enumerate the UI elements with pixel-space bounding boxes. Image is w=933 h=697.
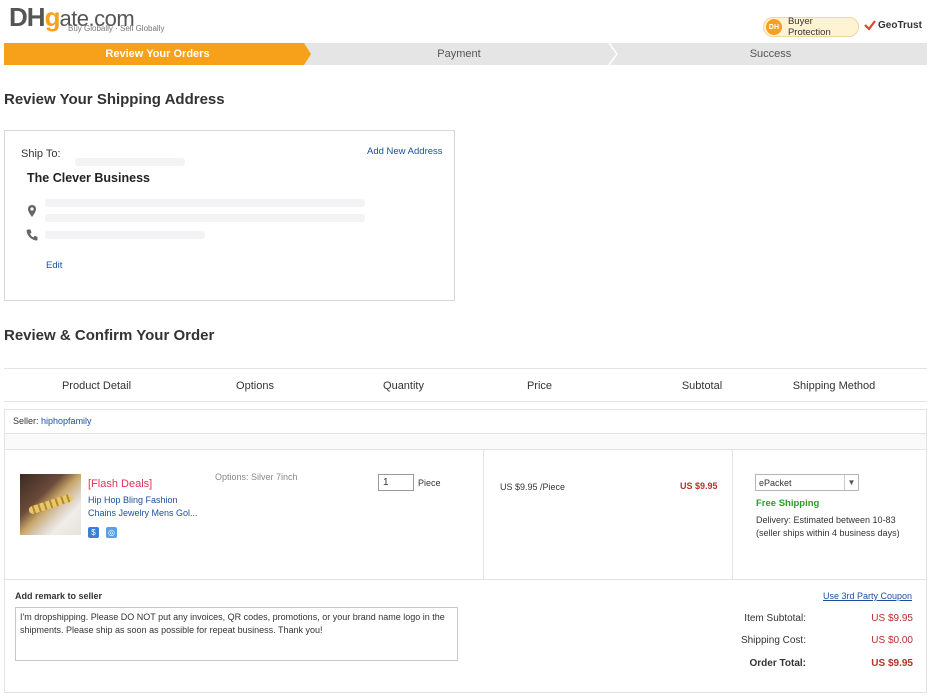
free-shipping-label: Free Shipping — [756, 498, 820, 509]
shipping-address-heading: Review Your Shipping Address — [4, 91, 225, 108]
order-item-row: [Flash Deals] Hip Hop Bling Fashion Chai… — [5, 450, 926, 580]
flash-deals-label: [Flash Deals] — [88, 478, 153, 490]
item-subtotal-value: US $9.95 — [871, 613, 913, 624]
order-card: Seller: hiphopfamily [Flash Deals] Hip H… — [4, 409, 927, 693]
col-quantity: Quantity — [383, 379, 424, 392]
third-party-coupon-link[interactable]: Use 3rd Party Coupon — [823, 591, 912, 601]
step-review-orders: Review Your Orders — [4, 43, 311, 65]
remark-textarea[interactable]: I'm dropshipping. Please DO NOT put any … — [15, 607, 458, 661]
logo-g-text: g — [44, 2, 61, 32]
delivery-estimate: Delivery: Estimated between 10-83 (selle… — [756, 515, 900, 538]
buyer-protection-shield-icon: DH — [766, 19, 782, 35]
order-table-header: Product Detail Options Quantity Price Su… — [4, 368, 927, 402]
col-product-detail: Product Detail — [61, 379, 132, 392]
column-divider — [483, 450, 484, 580]
column-divider — [732, 450, 733, 580]
col-options: Options — [236, 379, 274, 392]
confirm-order-heading: Review & Confirm Your Order — [4, 327, 215, 344]
seller-name-link[interactable]: hiphopfamily — [41, 416, 92, 426]
step-payment-label: Payment — [437, 48, 481, 60]
step-success: Success — [614, 43, 927, 65]
seller-row: Seller: hiphopfamily — [5, 410, 926, 434]
shipping-cost-value: US $0.00 — [871, 635, 913, 646]
protection-badge-icon: ◎ — [106, 527, 117, 538]
phone-icon — [26, 229, 38, 241]
shipping-cost-label: Shipping Cost: — [740, 635, 806, 646]
shipping-method-select[interactable]: ePacket ▼ — [755, 474, 859, 491]
step-review-orders-label: Review Your Orders — [105, 48, 210, 60]
order-total-value: US $9.95 — [871, 658, 913, 669]
redacted-text — [45, 231, 205, 239]
logo-dh-text: DH — [9, 2, 46, 32]
col-price: Price — [526, 379, 553, 392]
remark-label: Add remark to seller — [15, 591, 103, 601]
seller-spacer — [5, 434, 926, 450]
recipient-name: The Clever Business — [27, 171, 150, 185]
product-image[interactable] — [20, 474, 81, 535]
col-shipping-method: Shipping Method — [792, 379, 876, 392]
item-subtotal-label: Item Subtotal: — [744, 613, 806, 624]
buyer-protection-badge[interactable]: DH Buyer Protection — [763, 16, 859, 38]
dollar-badge-icon: $ — [88, 527, 99, 538]
product-title-link[interactable]: Hip Hop Bling Fashion Chains Jewelry Men… — [88, 494, 198, 520]
geotrust-label: GeoTrust — [878, 19, 922, 31]
shipping-method-value: ePacket — [759, 477, 792, 488]
geotrust-badge: GeoTrust — [864, 19, 922, 31]
seller-label: Seller: — [13, 416, 39, 426]
redacted-text — [45, 199, 365, 207]
unit-price: US $9.95 /Piece — [500, 482, 566, 492]
step-success-label: Success — [749, 48, 792, 60]
item-subtotal: US $9.95 — [680, 481, 718, 491]
product-chain-graphic — [27, 493, 75, 515]
step-divider-icon — [608, 43, 618, 65]
add-new-address-link[interactable]: Add New Address — [367, 146, 443, 157]
product-options: Options: Silver 7inch — [215, 472, 298, 482]
geotrust-check-icon — [864, 20, 876, 31]
logo-tagline: Buy Globally · Sell Globally — [68, 24, 165, 33]
buyer-protection-label: Buyer Protection — [787, 16, 831, 38]
order-total-label: Order Total: — [749, 658, 806, 669]
step-payment: Payment — [304, 43, 614, 65]
redacted-text — [75, 158, 185, 166]
edit-address-link[interactable]: Edit — [46, 260, 62, 271]
quantity-unit: Piece — [418, 478, 441, 488]
location-pin-icon — [28, 205, 36, 217]
quantity-input[interactable] — [378, 474, 414, 491]
chevron-down-icon: ▼ — [844, 475, 858, 490]
ship-to-label: Ship To: — [21, 148, 61, 160]
checkout-progress-bar: Payment Success Review Your Orders — [4, 43, 927, 65]
redacted-text — [45, 214, 365, 222]
shipping-address-card: Ship To: Add New Address The Clever Busi… — [4, 130, 455, 301]
